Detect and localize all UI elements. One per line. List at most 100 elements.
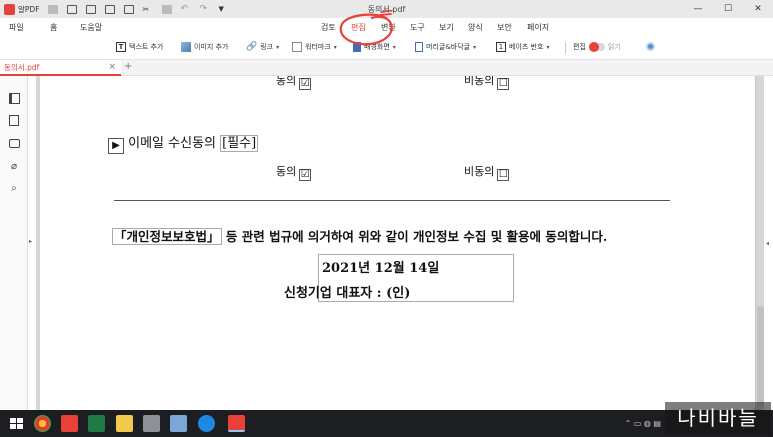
- notepad-icon[interactable]: [170, 415, 187, 432]
- menu-security[interactable]: 보안: [497, 22, 512, 33]
- top-agree-label: 동의: [276, 76, 297, 87]
- mode-toggle-switch[interactable]: [588, 42, 605, 52]
- menu-bar: 파일 홈 도움말 검토 편집 변환 도구 보기 양식 보안 페이지: [0, 18, 773, 36]
- date-text: 2021년 12월 14일: [322, 261, 440, 276]
- left-side-panel: ⌀ ⌕ ▸: [0, 76, 32, 410]
- scissors-icon[interactable]: ✂: [143, 5, 153, 14]
- system-tray-icons[interactable]: ⌃ ▭ ◍ ▤: [625, 419, 661, 428]
- pdf-page: 동의 ☑ 비동의 ☐ ▶ 이메일 수신동의 [필수] 동의 ☑ 비동의 ☐ 「개인정보보…: [40, 76, 756, 410]
- undo-icon[interactable]: ↶: [181, 4, 191, 14]
- quick-access-toolbar: ✂ ↶ ↷ ▼: [47, 4, 229, 14]
- chevron-down-icon: ▾: [392, 43, 396, 51]
- email-consent-heading: ▶ 이메일 수신동의 [필수]: [108, 132, 259, 154]
- edit-read-toggle[interactable]: 편집 읽기: [573, 42, 621, 52]
- chevron-down-icon: ▾: [546, 43, 550, 51]
- email-consent-label: 이메일 수신동의: [128, 136, 216, 151]
- comment-icon[interactable]: [8, 137, 20, 149]
- app-window: 알PDF ✂ ↶ ↷ ▼ 동의서.pdf — ☐ ✕ 파일 홈 도움말 검토 편…: [0, 0, 773, 437]
- watermark-overlay: 나비바늘: [665, 402, 771, 434]
- link-icon: 🔗: [246, 42, 258, 52]
- customize-dropdown-icon[interactable]: ▼: [219, 5, 229, 14]
- app-name: 알PDF: [18, 4, 40, 14]
- divider: [47, 4, 58, 14]
- background-button[interactable]: 배경화면 ▾: [353, 42, 396, 52]
- header-footer-icon: [415, 42, 423, 52]
- title-bar: 알PDF ✂ ↶ ↷ ▼ 동의서.pdf — ☐ ✕: [0, 0, 773, 18]
- chevron-down-icon: ▾: [473, 43, 477, 51]
- top-disagree-checkbox[interactable]: ☐: [497, 78, 510, 90]
- menu-form[interactable]: 양식: [468, 22, 483, 33]
- document-tab-strip: 동의서.pdf × +: [0, 60, 773, 76]
- edit-mode-label: 편집: [573, 43, 586, 51]
- horizontal-rule: [114, 200, 670, 201]
- internet-explorer-icon[interactable]: [198, 415, 215, 432]
- top-agree-checkbox[interactable]: ☑: [299, 78, 312, 90]
- text-tool-icon: T: [116, 42, 126, 52]
- print-icon[interactable]: [123, 4, 134, 14]
- menu-file[interactable]: 파일: [9, 22, 24, 33]
- watermark-icon: [292, 42, 302, 52]
- watermark-button[interactable]: 워터마크 ▾: [292, 42, 337, 52]
- minimize-button[interactable]: —: [683, 0, 713, 18]
- menu-tools[interactable]: 도구: [410, 22, 425, 33]
- top-agree-option: 동의 ☑: [276, 76, 312, 90]
- menu-help[interactable]: 도움말: [80, 22, 102, 33]
- save-icon[interactable]: [85, 4, 96, 14]
- vertical-scrollbar[interactable]: [757, 306, 764, 406]
- disagree-checkbox[interactable]: ☐: [497, 169, 510, 181]
- applicant-line: 신청기업 대표자 : (인): [284, 286, 411, 301]
- bates-number-icon: 1: [496, 42, 506, 52]
- start-windows-icon[interactable]: [8, 415, 25, 432]
- consent-statement: 「개인정보보호법」 등 관련 법규에 의거하여 위와 같이 개인정보 수집 및 …: [112, 226, 607, 245]
- document-tab[interactable]: 동의서.pdf ×: [0, 60, 121, 76]
- collapse-left-panel-icon[interactable]: ▸: [29, 238, 32, 245]
- settings-button[interactable]: [646, 42, 655, 51]
- window-controls: — ☐ ✕: [683, 0, 773, 18]
- bookmark-icon[interactable]: [8, 114, 20, 126]
- divider: [565, 42, 566, 54]
- add-text-label: 텍스트 추가: [129, 43, 164, 51]
- disagree-label: 비동의: [464, 165, 495, 178]
- add-text-button[interactable]: T 텍스트 추가: [116, 42, 163, 52]
- top-disagree-label: 비동의: [464, 76, 495, 87]
- close-tab-icon[interactable]: ×: [108, 62, 116, 72]
- mail-icon[interactable]: [104, 4, 115, 14]
- new-tab-button[interactable]: +: [124, 61, 132, 72]
- alpdf-active-icon[interactable]: [228, 415, 245, 432]
- agree-label: 동의: [276, 165, 297, 178]
- app-logo-icon: [4, 3, 15, 15]
- chrome-icon[interactable]: [34, 415, 51, 432]
- menu-home[interactable]: 홈: [50, 22, 57, 33]
- play-triangle-icon: ▶: [108, 138, 124, 154]
- menu-edit[interactable]: 편집: [351, 22, 366, 33]
- redo-icon[interactable]: ↷: [200, 4, 210, 14]
- collapse-right-panel-icon[interactable]: ◂: [766, 240, 769, 247]
- watermark-label: 워터마크: [305, 43, 331, 51]
- header-footer-button[interactable]: 머리글&바닥글 ▾: [415, 42, 476, 52]
- file-explorer-icon[interactable]: [116, 415, 133, 432]
- bates-number-button[interactable]: 1 베이츠 번호 ▾: [496, 42, 549, 52]
- required-tag: [필수]: [220, 135, 259, 152]
- menu-view[interactable]: 보기: [439, 22, 454, 33]
- maximize-button[interactable]: ☐: [713, 0, 743, 18]
- excel-icon[interactable]: [88, 415, 105, 432]
- attachment-icon[interactable]: ⌀: [8, 160, 20, 172]
- open-folder-icon[interactable]: [66, 4, 77, 14]
- pdf-app-icon[interactable]: [61, 415, 78, 432]
- close-button[interactable]: ✕: [743, 0, 773, 18]
- windows-taskbar: ⌃ ▭ ◍ ▤: [0, 410, 773, 437]
- agree-checkbox[interactable]: ☑: [299, 169, 312, 181]
- image-icon: [181, 42, 191, 52]
- menu-convert[interactable]: 변환: [381, 22, 396, 33]
- menu-page[interactable]: 페이지: [527, 22, 549, 33]
- menu-review[interactable]: 검토: [321, 22, 336, 33]
- link-button[interactable]: 🔗 링크 ▾: [246, 42, 279, 52]
- search-icon[interactable]: ⌕: [8, 182, 20, 194]
- add-image-button[interactable]: 이미지 추가: [181, 42, 228, 52]
- network-tool-icon[interactable]: [143, 415, 160, 432]
- thumbnails-icon[interactable]: [8, 92, 20, 104]
- background-label: 배경화면: [364, 43, 390, 51]
- divider: [161, 4, 172, 14]
- top-disagree-option: 비동의 ☐: [464, 76, 510, 90]
- read-mode-label: 읽기: [607, 43, 621, 51]
